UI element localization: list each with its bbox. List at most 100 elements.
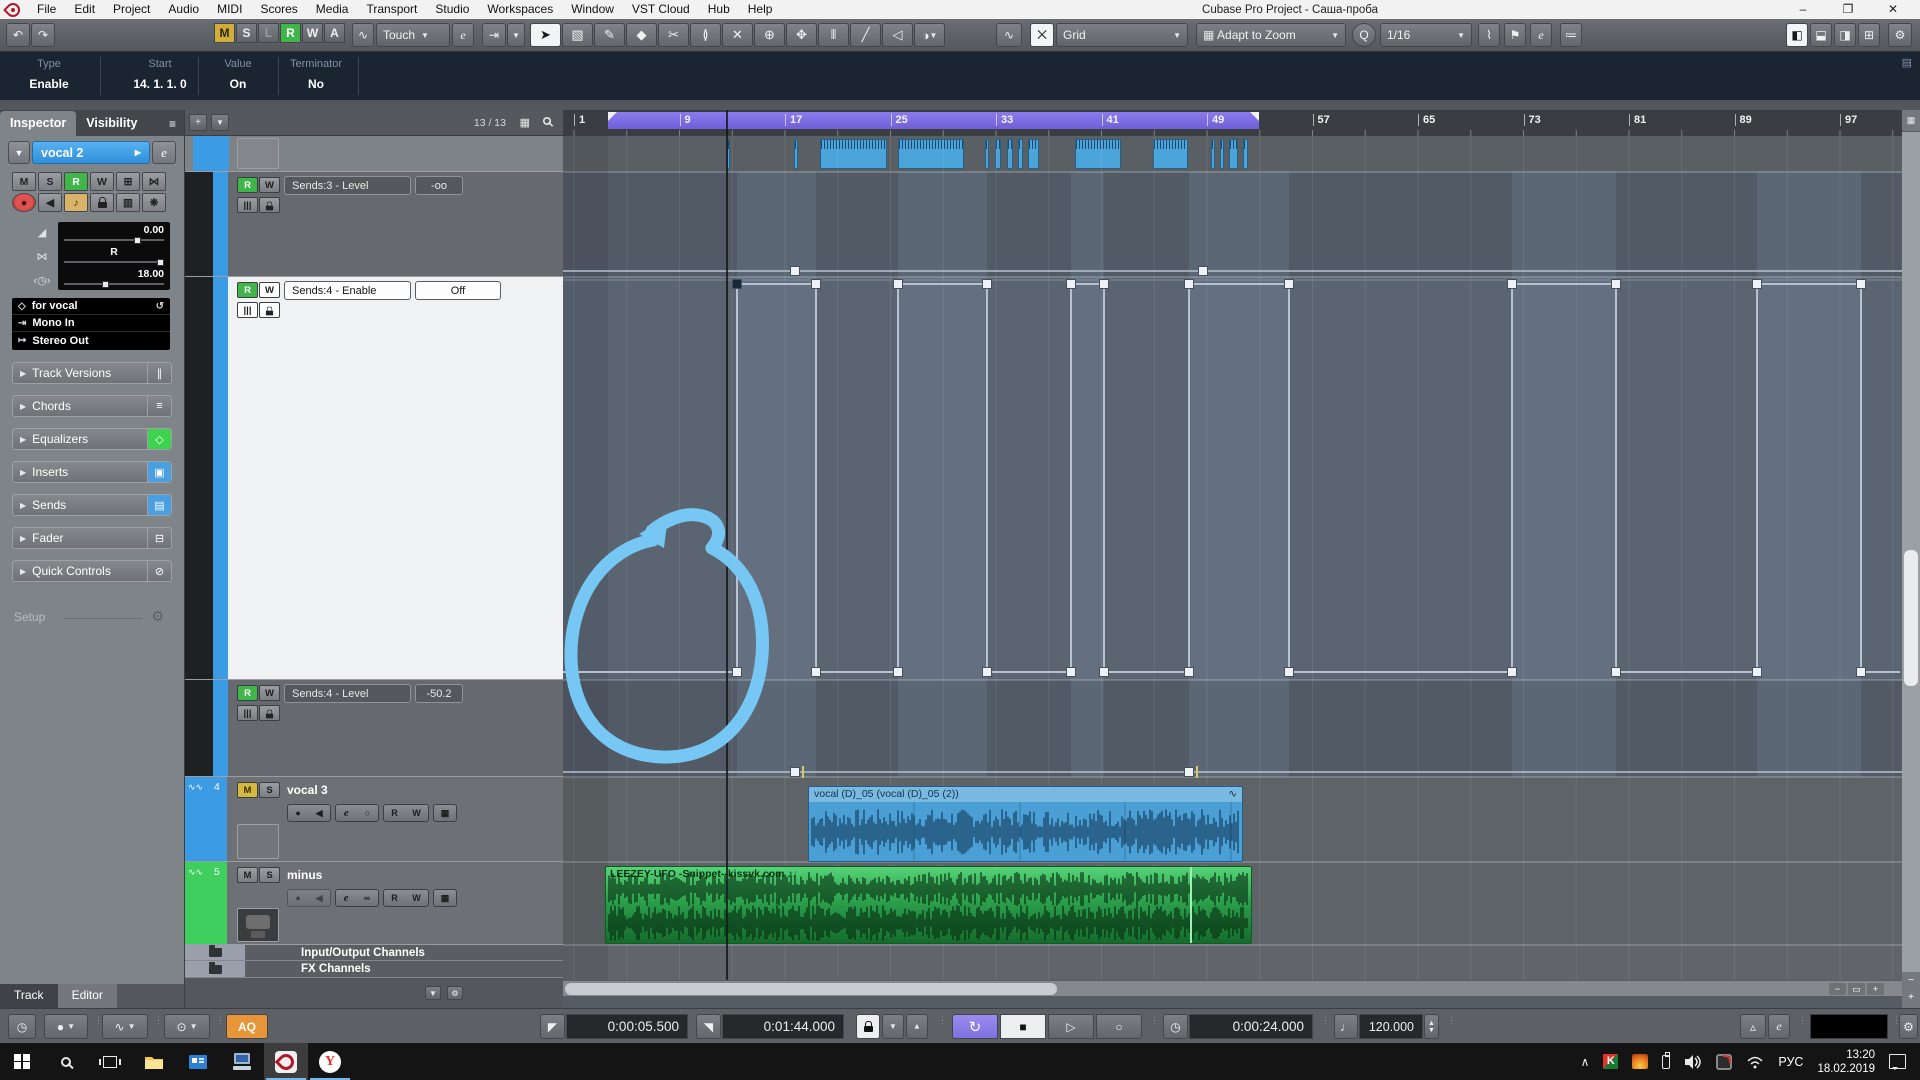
info-line-setup-icon[interactable]: ▤ [1902, 56, 1912, 69]
tray-expand-icon[interactable]: ∧ [1581, 1055, 1590, 1069]
left-locator-icon[interactable]: ◤ [540, 1014, 565, 1039]
automation-icon[interactable]: ∿ [352, 23, 374, 47]
add-track-button[interactable]: + [189, 114, 207, 131]
automation-value[interactable]: -50.2 [415, 684, 463, 703]
primary-time-display[interactable]: 0:00:24.000 [1189, 1014, 1313, 1039]
autoscroll-options-caret[interactable]: ▼ [507, 23, 525, 47]
lock-icon[interactable] [259, 705, 280, 721]
write-automation-button[interactable]: W [259, 177, 280, 193]
inspector-setup-row[interactable]: Setup ⚙ [14, 610, 170, 624]
audition-tool-icon[interactable]: ◁ [882, 23, 913, 47]
zoom-preset-button[interactable]: ▭ [1848, 983, 1865, 995]
tab-visibility[interactable]: Visibility [76, 111, 147, 136]
tab-inspector[interactable]: Inspector [0, 111, 76, 136]
info-field-type[interactable]: TypeEnable [0, 58, 104, 91]
zoom-tool-icon[interactable]: ⊕ [754, 23, 785, 47]
play-button[interactable]: ▷ [1048, 1014, 1094, 1039]
hand-tool-icon[interactable]: ✥ [786, 23, 817, 47]
track-name-field[interactable]: vocal 2 ▶ [32, 141, 150, 164]
metronome-edit-button[interactable]: e [1768, 1014, 1790, 1039]
menu-studio[interactable]: Studio [426, 0, 478, 19]
remote-desktop-icon[interactable] [220, 1043, 264, 1080]
left-locator-time[interactable]: 0:00:05.500 [566, 1014, 688, 1039]
draw-tool-icon[interactable]: ✎ [594, 23, 625, 47]
solo-button[interactable]: S [259, 867, 280, 883]
split-tool-icon[interactable]: ✂ [658, 23, 689, 47]
write-automation-button[interactable]: W [90, 172, 114, 191]
line-tool-icon[interactable]: ╱ [850, 23, 881, 47]
menu-edit[interactable]: Edit [65, 0, 104, 19]
tray-app-icon[interactable] [1716, 1054, 1732, 1070]
punch-in-icon[interactable]: ▼ [882, 1014, 904, 1039]
horizontal-scrollbar[interactable]: − ▭ + [563, 980, 1902, 996]
zoom-out-button[interactable]: − [1829, 983, 1846, 995]
redo-button[interactable]: ↷ [31, 23, 55, 47]
lane-mute-button[interactable]: ||| [237, 705, 258, 721]
usb-icon[interactable] [1662, 1055, 1670, 1069]
read-automation-button[interactable]: R [237, 282, 258, 298]
menu-help[interactable]: Help [739, 0, 782, 19]
zoom-in-button[interactable]: + [1867, 983, 1884, 995]
menu-scores[interactable]: Scores [251, 0, 306, 19]
record-button[interactable]: ○ [1096, 1014, 1142, 1039]
reload-icon[interactable]: ↺ [156, 301, 164, 312]
snap-type-dropdown[interactable]: Grid▼ [1056, 23, 1188, 47]
primary-time-format-icon[interactable]: ◷ [1163, 1014, 1188, 1039]
volume-icon[interactable] [1684, 1054, 1702, 1070]
file-explorer-icon[interactable] [132, 1043, 176, 1080]
tempo-spinner[interactable]: ▲▼ [1424, 1014, 1439, 1039]
lane-mute-button[interactable]: ||| [237, 302, 258, 318]
info-field-terminator[interactable]: TerminatorNo [261, 58, 371, 91]
record-enable-button[interactable]: ● [12, 193, 36, 212]
minimize-button[interactable]: – [1786, 0, 1820, 19]
automation-parameter[interactable]: Sends:4 - Level [284, 684, 411, 703]
state-button-w[interactable]: W [302, 23, 323, 43]
ruler-options-icon[interactable]: ▦ [1902, 110, 1920, 132]
color-tool-icon[interactable]: ◑ ▼ [914, 23, 945, 47]
collapse-all-caret[interactable]: ▼ [425, 986, 441, 1000]
taskbar-clock[interactable]: 13:20 18.02.2019 [1817, 1048, 1875, 1076]
tab-editor[interactable]: Editor [58, 984, 117, 1008]
collapse-arrow-icon[interactable]: ▼ [8, 141, 30, 164]
write-automation-button[interactable]: W [259, 685, 280, 701]
record-monitor-group[interactable]: ●◀ [287, 804, 331, 822]
pan-slider[interactable] [157, 259, 164, 266]
punch-out-icon[interactable]: ▼ [906, 1014, 928, 1039]
record-monitor-group[interactable]: ●◀ [287, 889, 331, 907]
lock-icon[interactable] [259, 302, 280, 318]
edit-channel-button[interactable]: e [152, 141, 176, 164]
mute-button[interactable]: M [12, 172, 36, 191]
delay-row[interactable]: 18.00 [58, 266, 170, 288]
close-button[interactable]: ✕ [1876, 0, 1910, 19]
gear-icon[interactable]: ⚙ [151, 608, 164, 625]
musical-timebase-icon[interactable]: ♪ [64, 193, 88, 212]
left-zone-toggle[interactable]: ◧ [1786, 23, 1808, 47]
vertical-zoom-buttons[interactable]: −+ [1902, 972, 1920, 1008]
hamburger-icon[interactable]: ≡ [161, 117, 184, 136]
lanes-icon[interactable]: ⊞ [116, 172, 140, 191]
lock-icon[interactable] [259, 197, 280, 213]
time-format-icon[interactable]: ◷ [8, 1014, 36, 1039]
automation-group[interactable]: RW [383, 804, 429, 822]
glue-tool-icon[interactable]: ≬ [690, 23, 721, 47]
section-fader[interactable]: ▶Fader⊟ [12, 527, 172, 549]
mute-button[interactable]: M [237, 867, 258, 883]
cycle-button[interactable]: ↻ [952, 1014, 998, 1039]
right-zone-toggle[interactable]: ◨ [1834, 23, 1856, 47]
automation-lane-row-sends4-enable[interactable]: R W Sends:4 - Enable Off ||| [185, 277, 564, 680]
volume-row[interactable]: 0.00 [58, 222, 170, 244]
edit-group[interactable]: e○ [335, 804, 379, 822]
action-center-icon[interactable] [1889, 1054, 1906, 1069]
event-display[interactable]: 191725334149576573818997 vocal (D)_05 (v… [563, 110, 1902, 1008]
automation-parameter[interactable]: Sends:3 - Level [284, 176, 411, 195]
vertical-scroll-thumb[interactable] [1904, 550, 1918, 686]
section-inserts[interactable]: ▶Inserts▣ [12, 461, 172, 483]
curve-kind-button[interactable]: ∿ [996, 23, 1022, 47]
midi-record-mode-dropdown[interactable]: ⊙▼ [164, 1014, 210, 1039]
output-routing-row[interactable]: ↦Stereo Out [12, 332, 170, 349]
mute-button[interactable]: M [237, 782, 258, 798]
taskbar-search-icon[interactable] [44, 1043, 88, 1080]
quantize-edit-button[interactable]: e [1530, 23, 1552, 47]
maximize-button[interactable]: ❐ [1831, 0, 1865, 19]
autoscroll-button[interactable]: ⇥ [482, 23, 506, 47]
